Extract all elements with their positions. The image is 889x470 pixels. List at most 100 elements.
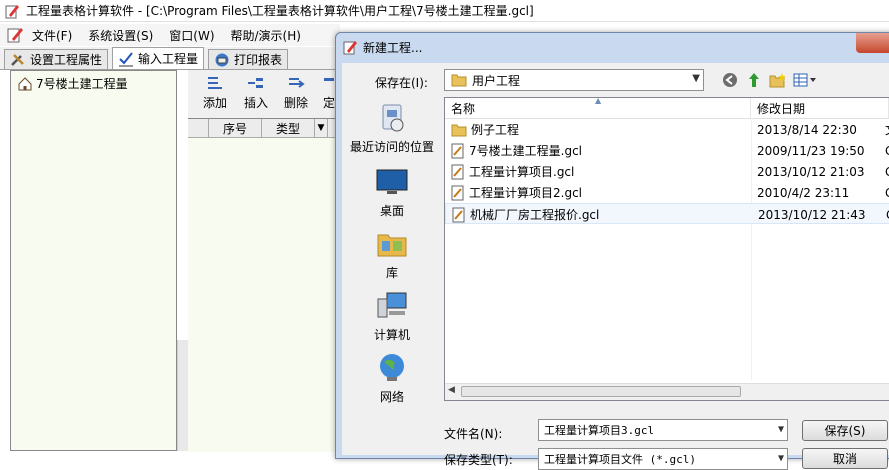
up-folder-button[interactable]: [744, 71, 764, 89]
new-folder-button[interactable]: [768, 71, 788, 89]
file-extra: G: [885, 182, 889, 203]
menu-window[interactable]: 窗口(W): [161, 27, 222, 44]
tab-print-report[interactable]: 打印报表: [208, 49, 289, 69]
document-pencil-icon: [7, 28, 23, 43]
file-name: 例子工程: [471, 123, 520, 137]
file-row[interactable]: 7号楼土建工程量.gcl 2009/11/23 19:50 G: [445, 140, 889, 161]
cancel-button[interactable]: 取消: [802, 448, 888, 469]
file-list-header: 名称 ▲ 修改日期: [445, 98, 889, 119]
insert-button[interactable]: 插入: [244, 76, 268, 111]
grid-header: 序号 类型 ▼: [188, 119, 340, 138]
place-network[interactable]: 网络: [346, 351, 438, 405]
file-extra: 文: [885, 119, 889, 140]
view-menu-button[interactable]: [792, 71, 818, 89]
menubar: 文件(F) 系统设置(S) 窗口(W) 帮助/演示(H): [0, 24, 340, 46]
file-name: 工程量计算项目2.gcl: [469, 186, 582, 200]
chevron-down-icon[interactable]: ▼: [692, 73, 700, 84]
file-type-value: 工程量计算项目文件 (*.gcl): [544, 453, 696, 466]
grid-col-type[interactable]: 类型: [262, 119, 315, 137]
app-pencil-icon: [343, 41, 357, 55]
place-libraries[interactable]: 库: [346, 227, 438, 281]
column-name-label: 名称: [451, 101, 476, 116]
file-date: 2009/11/23 19:50: [757, 143, 865, 158]
locate-button[interactable]: 定: [322, 76, 336, 111]
file-row[interactable]: 工程量计算项目2.gcl 2010/4/2 23:11 G: [445, 182, 889, 203]
save-in-combo[interactable]: 用户工程 ▼: [444, 69, 704, 91]
file-row-selected[interactable]: 机械厂厂房工程报价.gcl 2013/10/12 21:43 G: [445, 203, 889, 224]
delete-label: 删除: [284, 96, 309, 110]
up-folder-icon: [749, 73, 759, 87]
dialog-title: 新建工程...: [363, 40, 423, 55]
dialog-body: 保存在(I): 用户工程 ▼ 最近访问的位置 桌面 库 计算机 网络 名称 ▲ …: [342, 63, 889, 470]
column-name[interactable]: 名称 ▲: [445, 98, 751, 118]
file-extra: G: [885, 161, 889, 182]
sort-ascending-icon: ▲: [595, 97, 602, 105]
chevron-down-icon[interactable]: ▼: [778, 424, 784, 435]
library-icon: [377, 234, 407, 257]
column-date-label: 修改日期: [757, 101, 806, 116]
back-button[interactable]: [720, 71, 740, 89]
place-label: 计算机: [373, 328, 410, 342]
home-icon: [18, 76, 32, 90]
scroll-thumb[interactable]: [461, 386, 741, 397]
place-computer[interactable]: 计算机: [346, 289, 438, 343]
chevron-down-icon[interactable]: ▼: [315, 119, 328, 137]
new-folder-icon: [769, 73, 786, 88]
delete-row-icon: [289, 78, 305, 88]
app-pencil-icon: [5, 4, 19, 18]
dialog-titlebar[interactable]: 新建工程...: [336, 33, 889, 61]
locate-icon: [324, 78, 334, 81]
gcl-file-icon: [452, 207, 465, 222]
nav-toolbar: [720, 71, 818, 89]
place-label: 最近访问的位置: [349, 140, 434, 154]
file-date: 2013/10/12 21:03: [757, 164, 865, 179]
file-date: 2010/4/2 23:11: [757, 185, 850, 200]
file-name: 机械厂厂房工程报价.gcl: [470, 208, 600, 222]
file-row[interactable]: 工程量计算项目.gcl 2013/10/12 21:03 G: [445, 161, 889, 182]
file-type-label: 保存类型(T):: [444, 453, 513, 467]
quantity-grid: 序号 类型 ▼: [188, 118, 340, 452]
menu-system-settings[interactable]: 系统设置(S): [80, 27, 161, 44]
place-desktop[interactable]: 桌面: [346, 165, 438, 219]
menu-help-demo[interactable]: 帮助/演示(H): [223, 27, 309, 44]
folder-icon: [451, 74, 467, 87]
file-list-hscroll[interactable]: ◀: [445, 383, 889, 400]
close-button[interactable]: [856, 33, 889, 53]
file-name: 工程量计算项目.gcl: [469, 165, 575, 179]
place-recent[interactable]: 最近访问的位置: [346, 101, 438, 155]
tools-icon: [11, 53, 24, 66]
file-extra: G: [885, 140, 889, 161]
delete-button[interactable]: 删除: [284, 76, 308, 111]
insert-label: 插入: [244, 96, 269, 110]
tab-input-quantities[interactable]: 输入工程量: [112, 47, 205, 69]
file-name-input[interactable]: 工程量计算项目3.gcl ▼: [538, 419, 788, 441]
file-date: 2013/10/12 21:43: [758, 207, 866, 222]
tree-item-project[interactable]: 7号楼土建工程量: [11, 71, 176, 96]
grid-corner: [188, 119, 209, 137]
column-date[interactable]: 修改日期: [751, 98, 889, 118]
add-row-icon: [208, 77, 222, 89]
locate-label: 定: [322, 96, 335, 110]
new-project-dialog: 新建工程... 保存在(I): 用户工程 ▼ 最近访问的位置 桌面 库 计算机 …: [335, 32, 889, 470]
recent-places-icon: [382, 104, 404, 132]
scroll-left-icon[interactable]: ◀: [448, 385, 455, 395]
save-in-value: 用户工程: [472, 73, 521, 88]
file-row[interactable]: 例子工程 2013/8/14 22:30 文: [445, 119, 889, 140]
file-list: 名称 ▲ 修改日期 例子工程 2013/8/14 22:30 文: [444, 97, 889, 401]
menu-file[interactable]: 文件(F): [24, 27, 80, 44]
tree-item-label: 7号楼土建工程量: [36, 77, 128, 91]
place-label: 库: [385, 266, 398, 280]
save-button[interactable]: 保存(S): [802, 420, 888, 441]
tree-scrollbar[interactable]: [177, 340, 188, 451]
add-button[interactable]: 添加: [203, 76, 227, 111]
file-name: 7号楼土建工程量.gcl: [469, 144, 582, 158]
gcl-file-icon: [451, 185, 464, 200]
folder-icon: [451, 124, 467, 136]
grid-col-seq[interactable]: 序号: [209, 119, 262, 137]
tab-project-properties[interactable]: 设置工程属性: [4, 49, 109, 69]
save-in-label: 保存在(I):: [375, 76, 428, 90]
file-type-select[interactable]: 工程量计算项目文件 (*.gcl) ▼: [538, 448, 788, 470]
network-globe-icon: [380, 354, 404, 381]
main-window-title: 工程量表格计算软件 - [C:\Program Files\工程量表格计算软件\…: [26, 4, 534, 18]
chevron-down-icon[interactable]: ▼: [778, 453, 784, 464]
